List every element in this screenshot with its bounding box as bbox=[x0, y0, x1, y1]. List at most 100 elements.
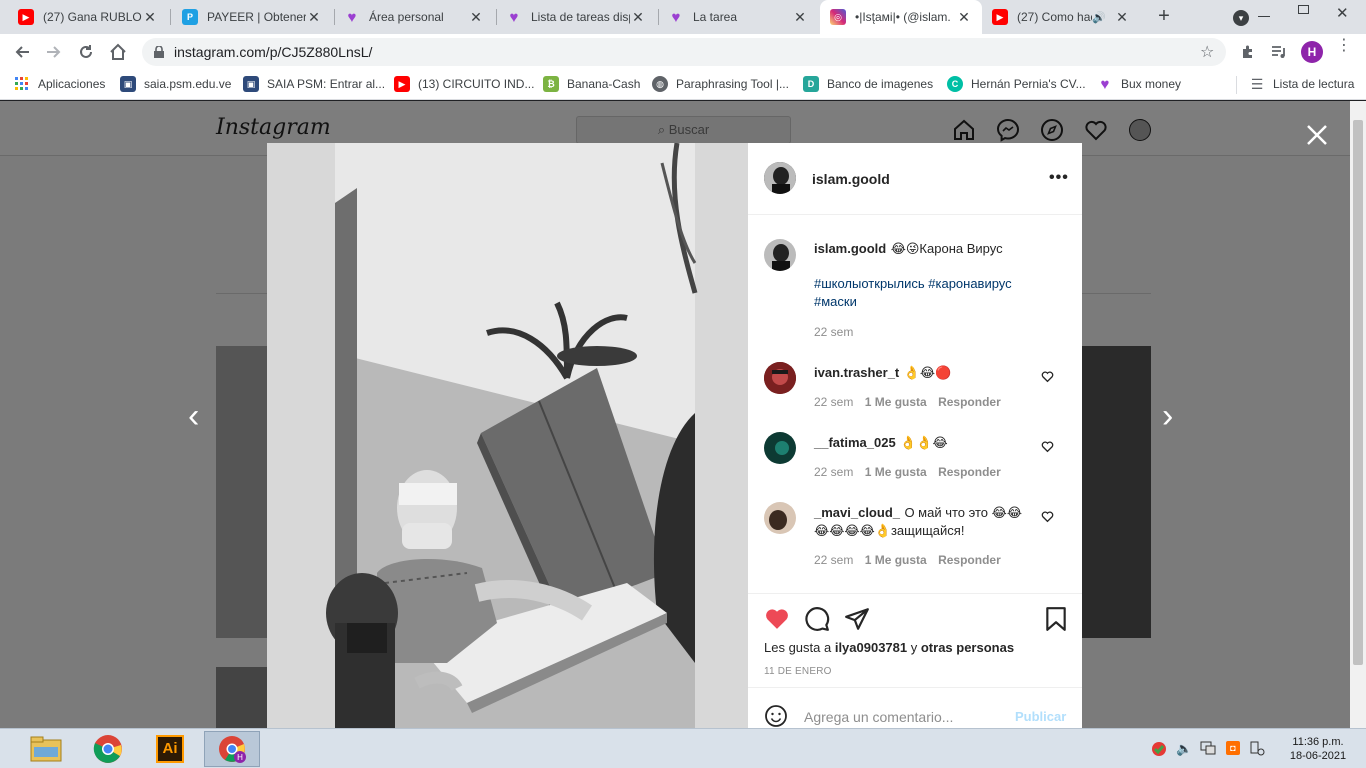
comment-bubble-icon[interactable] bbox=[804, 606, 830, 632]
bookmark-banco-imagenes[interactable]: D Banco de imagenes bbox=[803, 76, 933, 92]
back-icon[interactable] bbox=[10, 40, 34, 64]
reply-button[interactable]: Responder bbox=[938, 553, 1001, 567]
lock-icon[interactable] bbox=[154, 45, 164, 58]
bookmark-saia-psm[interactable]: ▣ saia.psm.edu.ve bbox=[120, 76, 231, 92]
extensions-icon[interactable] bbox=[1236, 40, 1260, 64]
close-icon[interactable]: ✕ bbox=[306, 9, 322, 26]
volume-icon[interactable]: 🔈 bbox=[1176, 741, 1192, 757]
window-close-icon[interactable]: ✕ bbox=[1336, 4, 1349, 22]
close-icon[interactable]: ✕ bbox=[468, 9, 484, 26]
comment-username[interactable]: ivan.trasher_t bbox=[814, 365, 899, 380]
address-bar[interactable]: instagram.com/p/CJ5Z880LnsL/ ☆ bbox=[142, 38, 1226, 66]
comment-avatar[interactable] bbox=[764, 502, 796, 534]
reading-list-button[interactable]: ☰ Lista de lectura bbox=[1249, 76, 1355, 92]
comment-username[interactable]: __fatima_025 bbox=[814, 435, 896, 450]
tab-como-hacer[interactable]: ▶ (27) Como hac 🔊 ✕ bbox=[982, 0, 1140, 34]
author-username[interactable]: islam.goold bbox=[812, 171, 890, 187]
comment-username[interactable]: _mavi_cloud_ bbox=[814, 505, 900, 520]
tab-area-personal[interactable]: ♥ Área personal ✕ bbox=[334, 0, 494, 34]
next-post-arrow-icon[interactable]: › bbox=[1162, 399, 1182, 433]
close-icon[interactable]: ✕ bbox=[142, 9, 158, 26]
tab-la-tarea[interactable]: ♥ La tarea ✕ bbox=[658, 0, 818, 34]
bookmark-banana-cash[interactable]: ₿ Banana-Cash bbox=[543, 76, 640, 92]
comment-text: О май что это 😂😂 bbox=[904, 505, 1023, 520]
caption-username[interactable]: islam.goold bbox=[814, 241, 886, 256]
profile-avatar[interactable] bbox=[1129, 119, 1151, 141]
caption-hashtags[interactable]: #школыоткрылись #каронавирус bbox=[814, 276, 1012, 291]
comment-likes[interactable]: 1 Me gusta bbox=[865, 553, 927, 567]
previous-post-arrow-icon[interactable]: ‹ bbox=[188, 399, 208, 433]
bookmark-circuito[interactable]: ▶ (13) CIRCUITO IND... bbox=[394, 76, 534, 92]
app-tray-icon[interactable] bbox=[1151, 741, 1167, 757]
tab-strip: ▶ (27) Gana RUBLOS ✕ P PAYEER | Obtener … bbox=[0, 0, 1366, 34]
close-icon[interactable]: ✕ bbox=[792, 9, 808, 26]
likes-others[interactable]: otras personas bbox=[921, 640, 1014, 655]
comment-like-heart-icon[interactable] bbox=[1041, 440, 1054, 453]
chrome-icon[interactable] bbox=[80, 731, 136, 767]
messenger-icon[interactable] bbox=[996, 118, 1020, 142]
action-center-icon[interactable] bbox=[1249, 740, 1265, 756]
bookmark-bux-money[interactable]: ♥ Bux money bbox=[1097, 76, 1181, 93]
file-explorer-icon[interactable] bbox=[18, 731, 74, 767]
d-icon: D bbox=[803, 76, 819, 92]
home-icon[interactable] bbox=[952, 118, 976, 142]
minimize-icon[interactable] bbox=[1258, 16, 1270, 17]
emoji-smiley-icon[interactable] bbox=[764, 704, 788, 728]
close-icon[interactable]: ✕ bbox=[956, 9, 972, 26]
illustrator-icon[interactable]: Ai bbox=[142, 731, 198, 767]
comment-avatar[interactable] bbox=[764, 432, 796, 464]
comment-like-heart-icon[interactable] bbox=[1041, 370, 1054, 383]
more-options-icon[interactable]: ••• bbox=[1049, 169, 1069, 187]
restore-icon[interactable] bbox=[1298, 5, 1309, 14]
tray-app-icon[interactable]: ◘ bbox=[1226, 741, 1240, 755]
reload-icon[interactable] bbox=[74, 40, 98, 64]
tab-gana-rublos[interactable]: ▶ (27) Gana RUBLOS ✕ bbox=[8, 0, 168, 34]
share-paper-plane-icon[interactable] bbox=[844, 606, 870, 632]
menu-kebab-icon[interactable]: ⋮ bbox=[1336, 38, 1352, 54]
chrome-profile-icon[interactable]: H bbox=[204, 731, 260, 767]
comment-likes[interactable]: 1 Me gusta bbox=[865, 465, 927, 479]
caption-avatar[interactable] bbox=[764, 239, 796, 271]
bookmark-paraphrasing[interactable]: ◍ Paraphrasing Tool |... bbox=[652, 76, 789, 92]
bookmark-hernan-cv[interactable]: C Hernán Pernia's CV... bbox=[947, 76, 1086, 92]
caption-hashtags[interactable]: #маски bbox=[814, 294, 857, 309]
activity-heart-icon[interactable] bbox=[1084, 118, 1108, 142]
comment-like-heart-icon[interactable] bbox=[1041, 510, 1054, 523]
grid-thumbnail[interactable] bbox=[216, 346, 267, 638]
reply-button[interactable]: Responder bbox=[938, 395, 1001, 409]
comment-likes[interactable]: 1 Me gusta bbox=[865, 395, 927, 409]
comment-avatar[interactable] bbox=[764, 362, 796, 394]
reply-button[interactable]: Responder bbox=[938, 465, 1001, 479]
tab-lista-de-tareas[interactable]: ♥ Lista de tareas disp ✕ bbox=[496, 0, 656, 34]
post-photo[interactable] bbox=[267, 143, 748, 728]
profile-avatar[interactable]: H bbox=[1301, 41, 1323, 63]
like-heart-icon[interactable] bbox=[764, 606, 790, 630]
publish-button[interactable]: Publicar bbox=[1015, 709, 1066, 724]
save-bookmark-icon[interactable] bbox=[1045, 606, 1067, 632]
tab-search-icon[interactable]: ▾ bbox=[1233, 10, 1249, 26]
likes-user[interactable]: ilya0903781 bbox=[835, 640, 907, 655]
search-input[interactable]: ⌕ Buscar bbox=[576, 116, 791, 144]
forward-icon[interactable] bbox=[42, 40, 66, 64]
bookmark-saia-entrar[interactable]: ▣ SAIA PSM: Entrar al... bbox=[243, 76, 385, 92]
system-clock[interactable]: 11:36 p.m. 18-06-2021 bbox=[1276, 735, 1360, 763]
tab-instagram[interactable]: ◎ •|Ist̨aмi|• (@islam. ✕ bbox=[820, 0, 982, 34]
new-tab-button[interactable]: + bbox=[1152, 5, 1176, 29]
tab-payeer[interactable]: P PAYEER | Obtener ✕ bbox=[172, 0, 332, 34]
network-icon[interactable] bbox=[1200, 741, 1216, 755]
comment-input[interactable]: Agrega un comentario... bbox=[804, 709, 953, 725]
bookmark-star-icon[interactable]: ☆ bbox=[1200, 42, 1214, 62]
home-icon[interactable] bbox=[106, 40, 130, 64]
instagram-logo[interactable]: Instagram bbox=[216, 115, 331, 140]
close-icon[interactable]: ✕ bbox=[630, 9, 646, 26]
close-icon[interactable]: ✕ bbox=[1114, 9, 1130, 26]
explore-compass-icon[interactable] bbox=[1040, 118, 1064, 142]
grid-thumbnail[interactable] bbox=[216, 667, 267, 728]
url-text[interactable]: instagram.com/p/CJ5Z880LnsL/ bbox=[174, 44, 372, 60]
page-scrollbar-thumb[interactable] bbox=[1353, 120, 1363, 665]
modal-close-icon[interactable] bbox=[1304, 122, 1330, 148]
media-control-icon[interactable] bbox=[1267, 40, 1291, 64]
bookmark-aplicaciones[interactable]: Aplicaciones bbox=[14, 76, 105, 92]
grid-thumbnail[interactable] bbox=[1082, 346, 1151, 638]
author-avatar[interactable] bbox=[764, 162, 796, 194]
